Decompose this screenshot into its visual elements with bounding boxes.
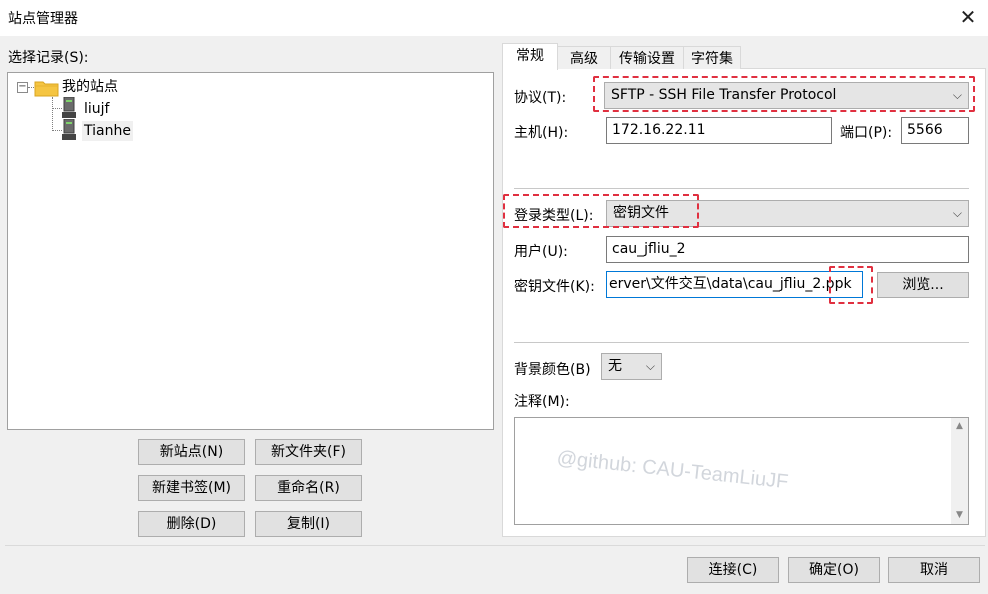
logon-type-value: 密钥文件 [613, 205, 669, 221]
new-bookmark-button[interactable]: 新建书签(M) [138, 475, 245, 501]
collapse-icon[interactable]: − [17, 82, 28, 93]
browse-button[interactable]: 浏览... [877, 272, 969, 298]
tab-transfer-settings[interactable]: 传输设置 [610, 46, 684, 70]
bg-color-value: 无 [608, 358, 622, 374]
bg-color-label: 背景颜色(B) [514, 362, 591, 378]
scroll-down-icon[interactable]: ▼ [951, 507, 968, 524]
protocol-value: SFTP - SSH File Transfer Protocol [611, 87, 837, 103]
protocol-select[interactable]: SFTP - SSH File Transfer Protocol ⌵ [604, 82, 969, 109]
tree-root-my-sites[interactable]: 我的站点 [60, 77, 120, 97]
connect-button[interactable]: 连接(C) [687, 557, 779, 583]
title-bar [0, 0, 988, 36]
chevron-down-icon: ⌵ [645, 359, 655, 373]
folder-icon [34, 81, 59, 97]
chevron-down-icon: ⌵ [952, 88, 962, 102]
ok-button[interactable]: 确定(O) [788, 557, 880, 583]
port-label: 端口(P): [840, 125, 893, 141]
port-input[interactable]: 5566 [901, 117, 969, 144]
tree-item-site[interactable]: liujf [82, 99, 111, 119]
delete-button[interactable]: 删除(D) [138, 511, 245, 537]
tab-general[interactable]: 常规 [502, 43, 558, 70]
keyfile-input[interactable]: erver\文件交互\data\cau_jfliu_2.ppk [606, 271, 863, 298]
bg-color-select[interactable]: 无 ⌵ [601, 353, 662, 380]
site-tree[interactable]: − 我的站点 liujf Tianhe [7, 72, 494, 430]
server-icon [62, 119, 76, 140]
host-label: 主机(H): [514, 125, 569, 141]
logon-type-label: 登录类型(L): [514, 208, 594, 224]
copy-button[interactable]: 复制(I) [255, 511, 362, 537]
host-input[interactable]: 172.16.22.11 [606, 117, 832, 144]
tree-item-site-selected[interactable]: Tianhe [82, 121, 133, 141]
tab-charset[interactable]: 字符集 [683, 46, 741, 70]
user-input[interactable]: cau_jfliu_2 [606, 236, 969, 263]
server-icon [62, 97, 76, 118]
rename-button[interactable]: 重命名(R) [255, 475, 362, 501]
footer-divider [5, 545, 985, 546]
close-icon[interactable]: ✕ [956, 4, 980, 30]
scroll-up-icon[interactable]: ▲ [951, 418, 968, 435]
tab-advanced[interactable]: 高级 [557, 46, 611, 70]
window-title: 站点管理器 [8, 11, 78, 27]
user-label: 用户(U): [514, 244, 568, 260]
new-folder-button[interactable]: 新文件夹(F) [255, 439, 362, 465]
notes-label: 注释(M): [514, 394, 570, 410]
divider [514, 188, 969, 189]
protocol-label: 协议(T): [514, 90, 567, 106]
logon-type-select[interactable]: 密钥文件 ⌵ [606, 200, 969, 227]
cancel-button[interactable]: 取消 [888, 557, 980, 583]
chevron-down-icon: ⌵ [952, 206, 962, 220]
divider [514, 342, 969, 343]
new-site-button[interactable]: 新站点(N) [138, 439, 245, 465]
notes-scrollbar[interactable]: ▲ ▼ [951, 418, 968, 524]
keyfile-label: 密钥文件(K): [514, 279, 595, 295]
select-record-label: 选择记录(S): [8, 50, 89, 66]
